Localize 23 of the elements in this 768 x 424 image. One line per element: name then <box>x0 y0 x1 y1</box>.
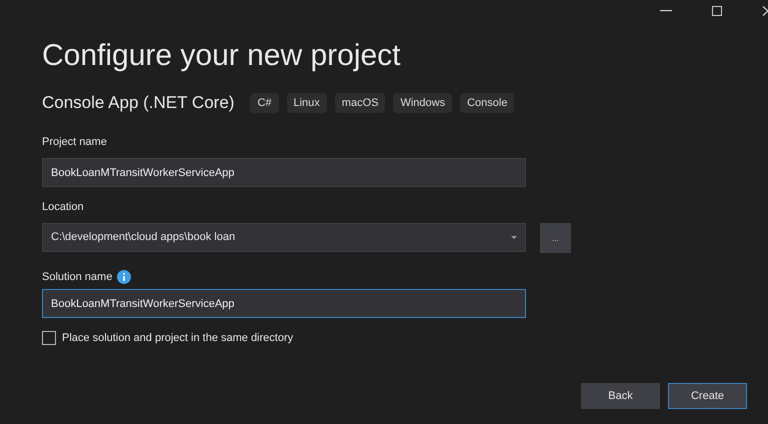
input-field[interactable]: BookLoanMTransitWorkerServiceApp <box>42 289 526 318</box>
checkbox-label: Place solution and project in the same directory <box>62 331 294 346</box>
location-dropdown[interactable]: C:\development\cloud apps\book loan <box>42 223 526 252</box>
maximize-icon[interactable] <box>712 6 722 16</box>
tag: Console <box>460 92 514 113</box>
tag: Linux <box>286 92 327 113</box>
info-icon[interactable] <box>117 270 132 284</box>
tag: macOS <box>334 92 386 113</box>
caret-icon <box>511 236 517 239</box>
field-label: Location <box>42 200 84 215</box>
minimize-icon[interactable] <box>660 10 672 12</box>
field-label: Project name <box>42 134 107 150</box>
window-title: Configure your new project <box>42 38 401 74</box>
tag: Windows <box>393 92 452 113</box>
close-icon[interactable] <box>762 6 768 16</box>
dialog-button[interactable]: Back <box>581 383 660 409</box>
input-field[interactable]: BookLoanMTransitWorkerServiceApp <box>42 158 526 187</box>
tag: C# <box>250 92 278 113</box>
checkbox[interactable] <box>42 331 56 346</box>
browse-button[interactable]: ... <box>540 222 571 252</box>
field-label: Solution name <box>42 270 112 284</box>
dialog-button[interactable]: Create <box>668 383 747 409</box>
template-name: Console App (.NET Core) <box>42 92 234 114</box>
